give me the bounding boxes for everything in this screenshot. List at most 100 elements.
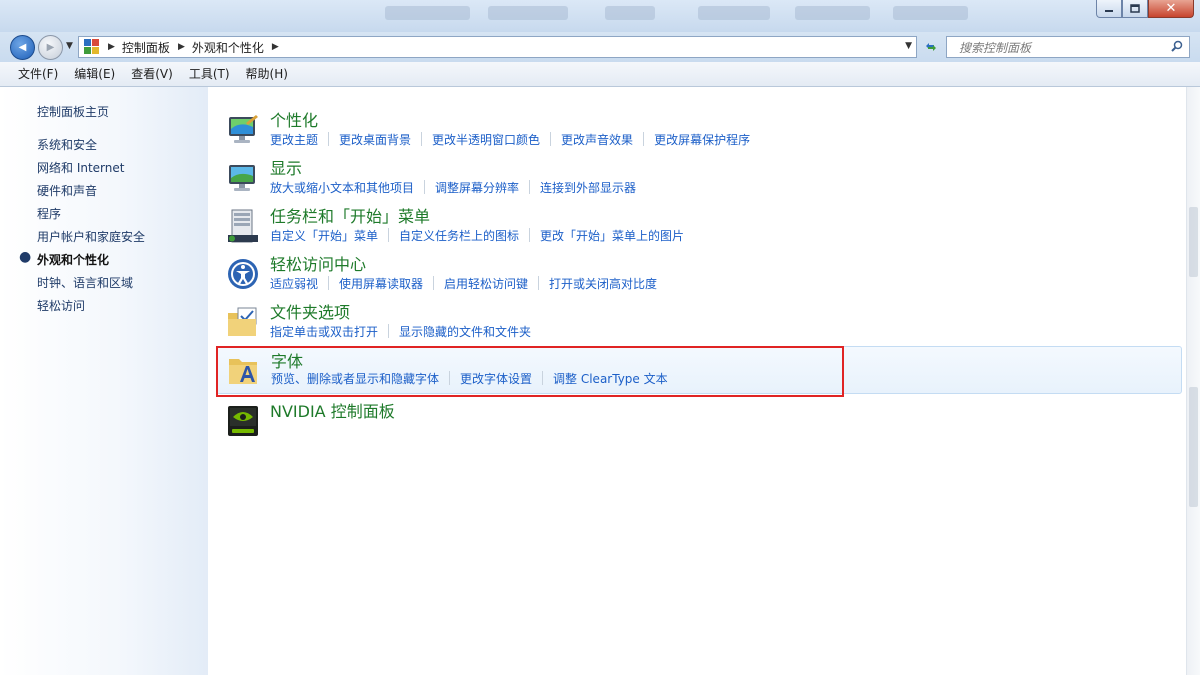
vertical-scrollbar[interactable]	[1186, 87, 1200, 675]
control-panel-icon	[84, 39, 100, 55]
address-dropdown-icon[interactable]: ▼	[905, 41, 912, 51]
forward-arrow-icon: ▶	[46, 42, 55, 53]
minimize-icon	[1105, 9, 1113, 12]
link-separator	[529, 180, 531, 194]
sidebar-item-clock-language[interactable]: 时钟、语言和区域	[37, 274, 133, 291]
category-links: 放大或缩小文本和其他项目 调整屏幕分辨率 连接到外部显示器	[270, 179, 636, 196]
menu-file[interactable]: 文件(F)	[10, 62, 66, 86]
category-title[interactable]: 任务栏和「开始」菜单	[270, 203, 430, 227]
link-separator	[421, 132, 423, 146]
address-toolbar: ◀ ▶ ▼ ▶ 控制面板 ▶ 外观和个性化 ▶ ▼	[0, 32, 1200, 62]
refresh-button[interactable]	[920, 37, 942, 57]
sidebar-item-network-internet[interactable]: 网络和 Internet	[37, 159, 124, 176]
sidebar-item-user-accounts[interactable]: 用户帐户和家庭安全	[37, 228, 145, 245]
personalization-icon[interactable]	[226, 113, 260, 147]
active-bullet-icon: ●	[19, 249, 32, 265]
link-separator	[433, 276, 435, 290]
category-ease-of-access: 轻松访问中心 适应弱视 使用屏幕读取器 启用轻松访问键 打开或关闭高对比度	[220, 253, 1180, 301]
category-links: 适应弱视 使用屏幕读取器 启用轻松访问键 打开或关闭高对比度	[270, 275, 657, 292]
category-display: 显示 放大或缩小文本和其他项目 调整屏幕分辨率 连接到外部显示器	[220, 157, 1180, 205]
address-bar[interactable]: ▶ 控制面板 ▶ 外观和个性化 ▶ ▼	[78, 36, 917, 58]
display-icon[interactable]	[226, 161, 260, 195]
chevron-right-icon[interactable]: ▶	[272, 42, 279, 52]
category-links: 自定义「开始」菜单 自定义任务栏上的图标 更改「开始」菜单上的图片	[270, 227, 684, 244]
back-button[interactable]: ◀	[10, 35, 35, 60]
link-single-double-click[interactable]: 指定单击或双击打开	[270, 323, 378, 340]
link-window-color[interactable]: 更改半透明窗口颜色	[432, 131, 540, 148]
nvidia-icon[interactable]	[226, 404, 260, 438]
link-start-menu-picture[interactable]: 更改「开始」菜单上的图片	[540, 227, 684, 244]
blurred-background	[795, 6, 870, 20]
title-bar: ✕	[0, 0, 1200, 32]
category-links: 指定单击或双击打开 显示隐藏的文件和文件夹	[270, 323, 531, 340]
link-separator	[538, 276, 540, 290]
category-nvidia: NVIDIA 控制面板	[220, 400, 1180, 448]
link-text-size[interactable]: 放大或缩小文本和其他项目	[270, 179, 414, 196]
close-icon: ✕	[1165, 1, 1177, 16]
maximize-icon	[1129, 3, 1140, 13]
link-change-theme[interactable]: 更改主题	[270, 131, 318, 148]
link-screen-reader[interactable]: 使用屏幕读取器	[339, 275, 423, 292]
link-screen-resolution[interactable]: 调整屏幕分辨率	[435, 179, 519, 196]
left-navigation-pane: 控制面板主页 系统和安全 网络和 Internet 硬件和声音 程序 用户帐户和…	[0, 87, 208, 675]
blurred-background	[385, 6, 470, 20]
category-title[interactable]: 个性化	[270, 107, 318, 131]
menu-bar: 文件(F) 编辑(E) 查看(V) 工具(T) 帮助(H)	[0, 62, 1200, 87]
chevron-right-icon[interactable]: ▶	[178, 42, 185, 52]
link-taskbar-icons[interactable]: 自定义任务栏上的图标	[399, 227, 519, 244]
blurred-background	[488, 6, 568, 20]
chevron-right-icon[interactable]: ▶	[108, 42, 115, 52]
breadcrumb-appearance[interactable]: 外观和个性化	[192, 39, 264, 56]
sidebar-item-programs[interactable]: 程序	[37, 205, 61, 222]
ease-of-access-icon[interactable]	[226, 257, 260, 291]
category-folder-options: 文件夹选项 指定单击或双击打开 显示隐藏的文件和文件夹	[220, 301, 1180, 349]
scrollbar-track-region	[1189, 387, 1198, 507]
blurred-background	[698, 6, 770, 20]
sidebar-item-system-security[interactable]: 系统和安全	[37, 136, 97, 153]
link-hidden-files[interactable]: 显示隐藏的文件和文件夹	[399, 323, 531, 340]
link-access-keys[interactable]: 启用轻松访问键	[444, 275, 528, 292]
window-controls: ✕	[1096, 0, 1194, 18]
recent-pages-dropdown[interactable]: ▼	[66, 41, 73, 51]
category-title[interactable]: 文件夹选项	[270, 299, 350, 323]
blurred-background	[605, 6, 655, 20]
taskbar-icon[interactable]	[226, 209, 260, 243]
back-arrow-icon: ◀	[18, 42, 27, 53]
link-screen-saver[interactable]: 更改屏幕保护程序	[654, 131, 750, 148]
scrollbar-thumb[interactable]	[1189, 207, 1198, 277]
link-separator	[328, 276, 330, 290]
link-high-contrast[interactable]: 打开或关闭高对比度	[549, 275, 657, 292]
refresh-icon	[926, 43, 936, 51]
link-desktop-background[interactable]: 更改桌面背景	[339, 131, 411, 148]
sidebar-home-link[interactable]: 控制面板主页	[37, 103, 109, 120]
category-links: 更改主题 更改桌面背景 更改半透明窗口颜色 更改声音效果 更改屏幕保护程序	[270, 131, 750, 148]
category-title[interactable]: 轻松访问中心	[270, 251, 366, 275]
link-customize-start-menu[interactable]: 自定义「开始」菜单	[270, 227, 378, 244]
chevron-down-icon: ▼	[66, 41, 73, 51]
sidebar-item-ease-of-access[interactable]: 轻松访问	[37, 297, 85, 314]
category-title[interactable]: 显示	[270, 155, 302, 179]
link-separator	[424, 180, 426, 194]
sidebar-item-hardware-sound[interactable]: 硬件和声音	[37, 182, 97, 199]
category-taskbar: 任务栏和「开始」菜单 自定义「开始」菜单 自定义任务栏上的图标 更改「开始」菜单…	[220, 205, 1180, 253]
close-button[interactable]: ✕	[1148, 0, 1194, 18]
link-external-display[interactable]: 连接到外部显示器	[540, 179, 636, 196]
link-separator	[529, 228, 531, 242]
link-separator	[328, 132, 330, 146]
forward-button[interactable]: ▶	[38, 35, 63, 60]
category-title[interactable]: NVIDIA 控制面板	[270, 398, 395, 422]
link-sound-effects[interactable]: 更改声音效果	[561, 131, 633, 148]
search-input[interactable]	[947, 37, 1171, 59]
minimize-button[interactable]	[1096, 0, 1122, 18]
menu-tools[interactable]: 工具(T)	[181, 62, 238, 86]
menu-edit[interactable]: 编辑(E)	[66, 62, 123, 86]
menu-help[interactable]: 帮助(H)	[238, 62, 296, 86]
link-low-vision[interactable]: 适应弱视	[270, 275, 318, 292]
menu-view[interactable]: 查看(V)	[123, 62, 181, 86]
folder-options-icon[interactable]	[226, 305, 260, 339]
breadcrumb-control-panel[interactable]: 控制面板	[122, 39, 170, 56]
maximize-button[interactable]	[1122, 0, 1148, 18]
link-separator	[388, 324, 390, 338]
highlight-annotation-box	[216, 346, 844, 397]
search-icon[interactable]	[1171, 40, 1183, 52]
